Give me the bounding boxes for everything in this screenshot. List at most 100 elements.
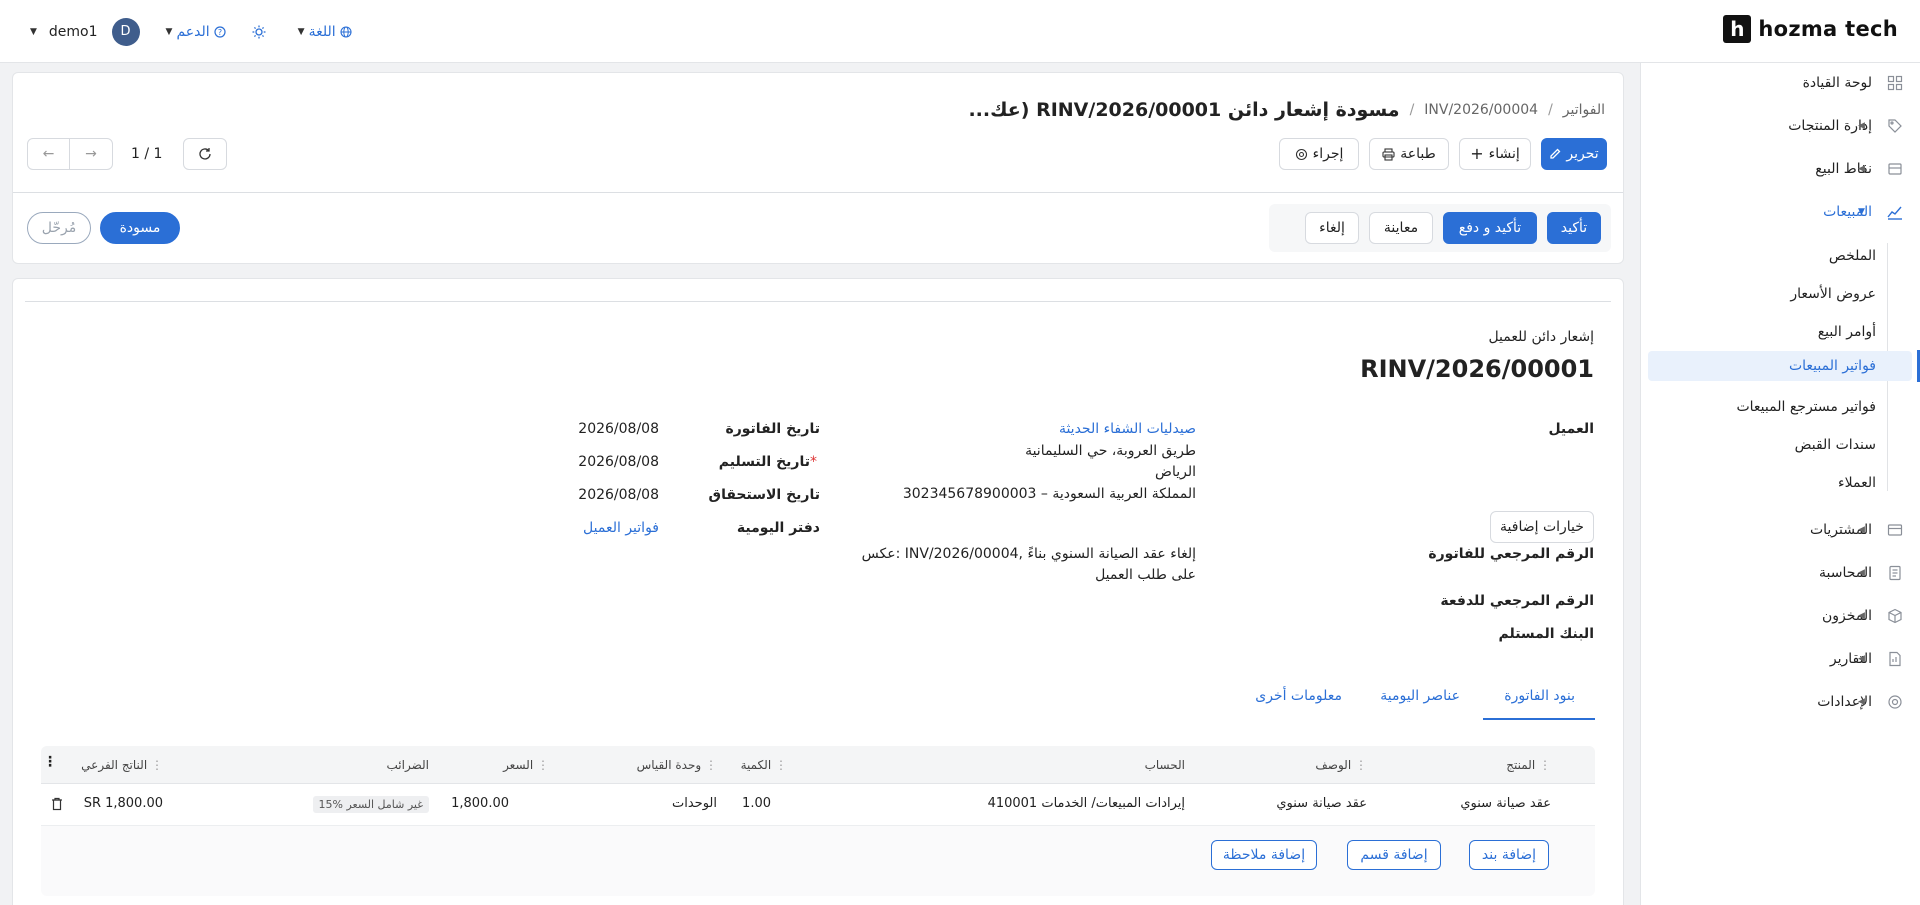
column-header-uom[interactable]: وحدة القياس ⋮ <box>637 758 717 772</box>
sidebar-item-dashboard[interactable]: لوحة القيادة <box>1640 65 1920 101</box>
column-header-price[interactable]: السعر ⋮ <box>503 758 549 772</box>
trash-icon[interactable] <box>51 797 63 811</box>
sidebar-subitem-quotations[interactable]: عروض الأسعار <box>1790 286 1876 302</box>
add-note-button[interactable]: إضافة ملاحظة <box>1211 840 1317 870</box>
next-record-button[interactable]: → <box>69 138 113 170</box>
column-header-label: الكمية <box>740 758 772 772</box>
cancel-button-label: إلغاء <box>1319 220 1345 236</box>
breadcrumb-separator: / <box>1409 102 1415 118</box>
sidebar-subitem-customers[interactable]: العملاء <box>1838 475 1876 491</box>
column-header-description[interactable]: الوصف ⋮ <box>1315 758 1367 772</box>
header-card: الفواتير / INV/2026/00004 / مسودة إشعار … <box>12 72 1624 264</box>
column-header-label: السعر <box>503 758 534 772</box>
cell-uom[interactable]: الوحدات <box>672 796 717 811</box>
invoice-reference-value[interactable]: عكس: INV/2026/00004, إلغاء عقد الصيانة ا… <box>862 546 1196 562</box>
brand-mark: h <box>1723 15 1752 43</box>
sort-icon: ⋮ <box>705 758 717 772</box>
delivery-date-value[interactable]: 2026/08/08 <box>578 454 659 470</box>
language-label: اللغة <box>308 23 336 40</box>
sidebar-subitem-receipts[interactable]: سندات القبض <box>1795 437 1876 453</box>
print-button-label: طباعة <box>1400 146 1436 162</box>
column-header-account[interactable]: الحساب <box>1145 758 1185 772</box>
column-header-subtotal[interactable]: الناتج الفرعي ⋮ <box>81 758 163 772</box>
user-menu-caret-icon[interactable]: ▼ <box>30 27 37 37</box>
required-mark: * <box>810 454 817 470</box>
invoice-reference-value-line2[interactable]: على طلب العميل <box>1095 567 1196 583</box>
form-tabs: بنود الفاتورة عناصر اليومية معلومات أخرى <box>1215 688 1595 720</box>
status-draft[interactable]: مسودة <box>100 212 180 244</box>
cell-quantity[interactable]: 1.00 <box>742 796 771 811</box>
sidebar-subitem-sales-invoices[interactable]: فواتير المبيعات <box>1648 351 1912 381</box>
extra-options-label: خيارات إضافية <box>1500 519 1584 535</box>
preview-button-label: معاينة <box>1383 220 1419 236</box>
grid-icon <box>1886 74 1904 92</box>
support-menu[interactable]: ▼ الدعم ? <box>166 24 226 40</box>
theme-toggle-sun-icon[interactable] <box>252 25 266 39</box>
sidebar-item-sales[interactable]: المبيعات ▼ <box>1640 194 1920 230</box>
extra-options-button[interactable]: خيارات إضافية <box>1490 511 1594 543</box>
tax-badge[interactable]: 15% غير شامل السعر <box>312 796 429 813</box>
add-line-button[interactable]: إضافة بند <box>1469 840 1549 870</box>
arrow-left-icon: ← <box>42 146 55 162</box>
create-button[interactable]: + إنشاء <box>1459 138 1531 170</box>
active-tab-underline <box>1483 718 1595 720</box>
sidebar-item-label: لوحة القيادة <box>1802 75 1872 91</box>
sidebar-subitem-sales-returns[interactable]: فواتير مسترجع المبيعات <box>1736 399 1876 415</box>
table-row[interactable]: عقد صيانة سنوي عقد صيانة سنوي 410001 إير… <box>41 784 1595 826</box>
print-button[interactable]: طباعة <box>1369 138 1449 170</box>
confirm-and-pay-button[interactable]: تأكيد و دفع <box>1443 212 1537 244</box>
due-date-label: تاريخ الاستحقاق <box>708 487 820 503</box>
sidebar-item-settings[interactable]: الإعدادات ◀ <box>1640 684 1920 720</box>
refresh-button[interactable] <box>183 138 227 170</box>
action-button[interactable]: إجراء <box>1279 138 1359 170</box>
add-section-button[interactable]: إضافة قسم <box>1347 840 1441 870</box>
customer-link[interactable]: صيدليات الشفاء الحديثة <box>1059 421 1196 437</box>
sidebar-item-accounting[interactable]: المحاسبة ◀ <box>1640 555 1920 591</box>
user-name[interactable]: demo1 <box>49 24 98 40</box>
edit-button[interactable]: تحرير <box>1541 138 1607 170</box>
breadcrumb-parent[interactable]: INV/2026/00004 <box>1424 102 1538 118</box>
due-date-value[interactable]: 2026/08/08 <box>578 487 659 503</box>
avatar[interactable]: D <box>111 17 140 46</box>
column-header-label: الضرائب <box>386 758 429 772</box>
status-draft-label: مسودة <box>119 220 161 236</box>
tab-journal-items[interactable]: عناصر اليومية <box>1380 688 1460 704</box>
sidebar-subitem-sales-orders[interactable]: أوامر البيع <box>1818 324 1876 340</box>
column-header-taxes[interactable]: الضرائب <box>387 758 429 772</box>
sidebar-item-purchases[interactable]: المشتريات ◀ <box>1640 512 1920 548</box>
page-title: مسودة إشعار دائن RINV/2026/00001 (عك... <box>968 99 1400 121</box>
cancel-button[interactable]: إلغاء <box>1305 212 1359 244</box>
breadcrumb-invoices[interactable]: الفواتير <box>1563 102 1605 118</box>
cell-price[interactable]: 1,800.00 <box>451 796 509 811</box>
sidebar-subitem-summary[interactable]: الملخص <box>1829 248 1876 264</box>
sidebar-item-products[interactable]: إدارة المنتجات ◀ <box>1640 108 1920 144</box>
cell-account[interactable]: 410001 إيرادات المبيعات/ الخدمات <box>988 796 1185 811</box>
chevron-down-icon: ▼ <box>297 26 305 37</box>
tab-invoice-lines[interactable]: بنود الفاتورة <box>1504 688 1575 704</box>
sort-icon: ⋮ <box>775 758 787 772</box>
column-header-product[interactable]: المنتج ⋮ <box>1506 758 1551 772</box>
document-type: إشعار دائن للعميل <box>1488 329 1594 345</box>
column-header-label: المنتج <box>1506 758 1536 772</box>
sidebar-item-reports[interactable]: التقارير ◀ <box>1640 641 1920 677</box>
previous-record-button[interactable]: ← <box>27 138 70 170</box>
column-options-kebab-icon[interactable]: ⋮ <box>43 754 57 770</box>
sort-icon: ⋮ <box>537 758 549 772</box>
confirm-button[interactable]: تأكيد <box>1547 212 1601 244</box>
preview-button[interactable]: معاينة <box>1369 212 1433 244</box>
language-menu[interactable]: ▼ اللغة <box>298 24 352 40</box>
invoice-date-value[interactable]: 2026/08/08 <box>578 421 659 437</box>
sidebar-item-pos[interactable]: نقاط البيع ◀ <box>1640 151 1920 187</box>
chevron-left-icon: ◀ <box>1858 568 1865 578</box>
sidebar: لوحة القيادة إدارة المنتجات ◀ نقاط البيع… <box>1640 63 1920 905</box>
column-header-quantity[interactable]: الكمية ⋮ <box>741 758 787 772</box>
cell-description[interactable]: عقد صيانة سنوي <box>1276 796 1367 811</box>
sidebar-item-inventory[interactable]: المخزون ◀ <box>1640 598 1920 634</box>
status-posted[interactable]: مُرحّل <box>27 212 91 244</box>
journal-link[interactable]: فواتير العميل <box>583 520 659 536</box>
cell-product[interactable]: عقد صيانة سنوي <box>1460 796 1551 811</box>
chevron-left-icon: ◀ <box>1858 611 1865 621</box>
tab-other-info[interactable]: معلومات أخرى <box>1255 688 1342 704</box>
sidebar-subitem-label: فواتير المبيعات <box>1788 358 1876 374</box>
brand-logo[interactable]: hozma tech h <box>1723 15 1898 43</box>
